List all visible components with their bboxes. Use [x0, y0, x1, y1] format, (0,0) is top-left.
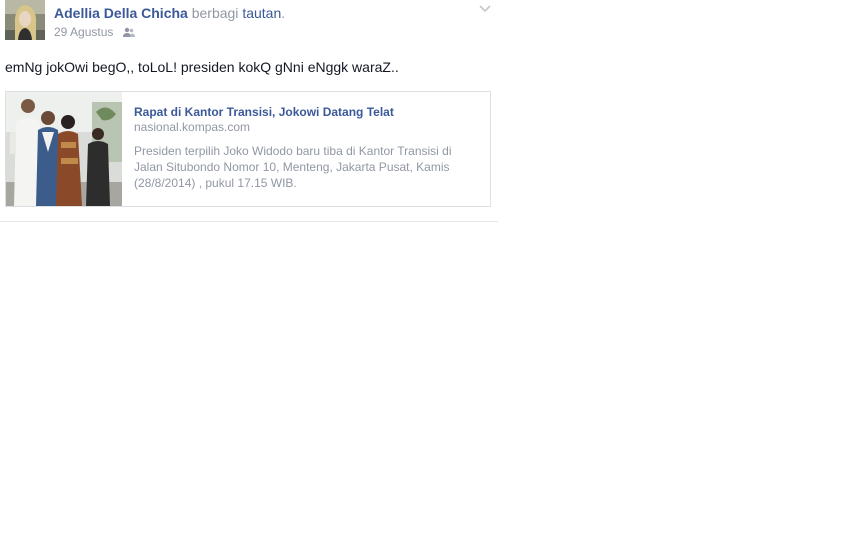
header-punctuation: .: [281, 5, 286, 21]
attachment-domain: nasional.kompas.com: [134, 120, 251, 134]
shared-object-link[interactable]: tautan: [242, 5, 281, 21]
post-header: Adellia Della Chicha berbagi tautan.: [54, 4, 285, 22]
link-attachment[interactable]: Rapat di Kantor Transisi, Jokowi Datang …: [5, 91, 491, 207]
chevron-down-icon[interactable]: [478, 2, 492, 14]
friends-icon[interactable]: [122, 26, 135, 42]
author-name-link[interactable]: Adellia Della Chicha: [54, 5, 188, 21]
attachment-description: Presiden terpilih Joko Widodo baru tiba …: [134, 144, 452, 190]
feed-post: Adellia Della Chicha berbagi tautan. 29 …: [0, 0, 498, 222]
action-verb: berbagi: [191, 5, 239, 21]
attachment-title-link[interactable]: Rapat di Kantor Transisi, Jokowi Datang …: [134, 105, 394, 120]
author-avatar[interactable]: [5, 0, 45, 40]
post-meta: 29 Agustus: [54, 24, 135, 42]
attachment-thumbnail[interactable]: [6, 92, 122, 206]
post-message: emNg jokOwi begO,, toLoL! presiden kokQ …: [5, 59, 399, 75]
post-date-link[interactable]: 29 Agustus: [54, 25, 113, 39]
